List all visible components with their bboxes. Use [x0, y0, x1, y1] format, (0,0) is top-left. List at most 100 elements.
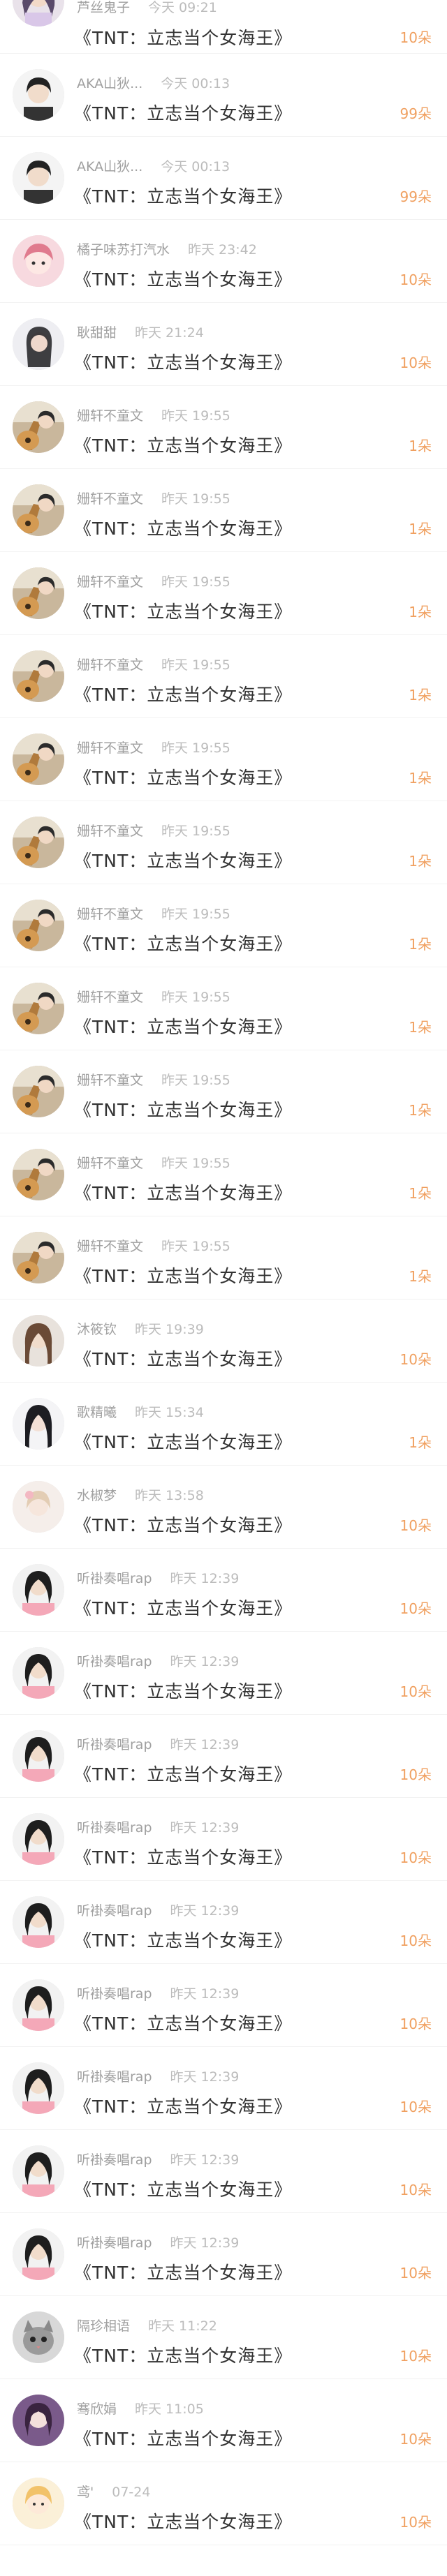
- avatar[interactable]: [13, 734, 64, 785]
- sender-name[interactable]: 耿甜甜: [77, 325, 117, 341]
- song-title[interactable]: 《TNT：立志当个女海王》: [74, 2425, 292, 2450]
- list-item[interactable]: AKA山狄... 今天 00:13 《TNT：立志当个女海王》 99朵: [0, 54, 447, 137]
- sender-name[interactable]: 橘子味苏打汽水: [77, 242, 170, 258]
- sender-name[interactable]: 骞欣娟: [77, 2402, 117, 2417]
- avatar[interactable]: [13, 1730, 64, 1782]
- song-title[interactable]: 《TNT：立志当个女海王》: [74, 24, 292, 50]
- sender-name[interactable]: 听褂奏唱rap: [77, 1654, 152, 1669]
- list-item[interactable]: 姗轩不童文 昨天 19:55 《TNT：立志当个女海王》 1朵: [0, 469, 447, 552]
- sender-name[interactable]: 听褂奏唱rap: [77, 1737, 152, 1752]
- avatar[interactable]: [13, 1232, 64, 1283]
- list-item[interactable]: 听褂奏唱rap 昨天 12:39 《TNT：立志当个女海王》 10朵: [0, 2213, 447, 2296]
- sender-name[interactable]: 听褂奏唱rap: [77, 1903, 152, 1919]
- song-title[interactable]: 《TNT：立志当个女海王》: [74, 1429, 292, 1454]
- sender-name[interactable]: 姗轩不童文: [77, 1156, 143, 1171]
- song-title[interactable]: 《TNT：立志当个女海王》: [74, 432, 292, 457]
- avatar[interactable]: [13, 2062, 64, 2114]
- sender-name[interactable]: 姗轩不童文: [77, 1239, 143, 1254]
- sender-name[interactable]: 芦丝鬼子: [77, 0, 130, 15]
- sender-name[interactable]: 隔珍相语: [77, 2318, 130, 2334]
- sender-name[interactable]: 姗轩不童文: [77, 408, 143, 424]
- song-title[interactable]: 《TNT：立志当个女海王》: [74, 1844, 292, 1869]
- list-item[interactable]: 姗轩不童文 昨天 19:55 《TNT：立志当个女海王》 1朵: [0, 1216, 447, 1300]
- avatar[interactable]: [13, 318, 64, 370]
- song-title[interactable]: 《TNT：立志当个女海王》: [74, 1179, 292, 1205]
- sender-name[interactable]: 沐筱钦: [77, 1322, 117, 1337]
- sender-name[interactable]: 听褂奏唱rap: [77, 1820, 152, 1836]
- sender-name[interactable]: 姗轩不童文: [77, 990, 143, 1005]
- avatar[interactable]: [13, 1564, 64, 1616]
- avatar[interactable]: [13, 2145, 64, 2197]
- song-title[interactable]: 《TNT：立志当个女海王》: [74, 183, 292, 208]
- list-item[interactable]: 姗轩不童文 昨天 19:55 《TNT：立志当个女海王》 1朵: [0, 801, 447, 884]
- sender-name[interactable]: 姗轩不童文: [77, 907, 143, 922]
- sender-name[interactable]: 听褂奏唱rap: [77, 1986, 152, 2002]
- sender-name[interactable]: AKA山狄...: [77, 76, 142, 91]
- avatar[interactable]: [13, 1481, 64, 1533]
- song-title[interactable]: 《TNT：立志当个女海王》: [74, 2342, 292, 2367]
- list-item[interactable]: 听褂奏唱rap 昨天 12:39 《TNT：立志当个女海王》 10朵: [0, 1881, 447, 1964]
- sender-name[interactable]: 鸢': [77, 2485, 94, 2500]
- list-item[interactable]: 姗轩不童文 昨天 19:55 《TNT：立志当个女海王》 1朵: [0, 552, 447, 635]
- list-item[interactable]: 骞欣娟 昨天 11:05 《TNT：立志当个女海王》 10朵: [0, 2379, 447, 2462]
- avatar[interactable]: [13, 2395, 64, 2446]
- song-title[interactable]: 《TNT：立志当个女海王》: [74, 100, 292, 125]
- song-title[interactable]: 《TNT：立志当个女海王》: [74, 598, 292, 623]
- song-title[interactable]: 《TNT：立志当个女海王》: [74, 515, 292, 540]
- sender-name[interactable]: 听褂奏唱rap: [77, 2235, 152, 2251]
- avatar[interactable]: [13, 152, 64, 204]
- avatar[interactable]: [13, 2311, 64, 2363]
- song-title[interactable]: 《TNT：立志当个女海王》: [74, 1761, 292, 1786]
- sender-name[interactable]: 姗轩不童文: [77, 574, 143, 590]
- list-item[interactable]: 歌精曦 昨天 15:34 《TNT：立志当个女海王》 1朵: [0, 1383, 447, 1466]
- list-item[interactable]: 姗轩不童文 昨天 19:55 《TNT：立志当个女海王》 1朵: [0, 967, 447, 1050]
- song-title[interactable]: 《TNT：立志当个女海王》: [74, 1096, 292, 1122]
- sender-name[interactable]: 歌精曦: [77, 1405, 117, 1420]
- avatar[interactable]: [13, 900, 64, 951]
- avatar[interactable]: [13, 567, 64, 619]
- list-item[interactable]: 姗轩不童文 昨天 19:55 《TNT：立志当个女海王》 1朵: [0, 635, 447, 718]
- list-item[interactable]: 水椒梦 昨天 13:58 《TNT：立志当个女海王》 10朵: [0, 1466, 447, 1549]
- list-item[interactable]: AKA山狄... 今天 00:13 《TNT：立志当个女海王》 99朵: [0, 137, 447, 220]
- sender-name[interactable]: 姗轩不童文: [77, 1073, 143, 1088]
- list-item[interactable]: 听褂奏唱rap 昨天 12:39 《TNT：立志当个女海王》 10朵: [0, 1632, 447, 1715]
- list-item[interactable]: 听褂奏唱rap 昨天 12:39 《TNT：立志当个女海王》 10朵: [0, 1964, 447, 2047]
- list-item[interactable]: 耿甜甜 昨天 21:24 《TNT：立志当个女海王》 10朵: [0, 303, 447, 386]
- sender-name[interactable]: 听褂奏唱rap: [77, 2069, 152, 2085]
- avatar[interactable]: [13, 1813, 64, 1865]
- list-item[interactable]: 听褂奏唱rap 昨天 12:39 《TNT：立志当个女海王》 10朵: [0, 1798, 447, 1881]
- list-item[interactable]: 听褂奏唱rap 昨天 12:39 《TNT：立志当个女海王》 10朵: [0, 1549, 447, 1632]
- list-item[interactable]: 姗轩不童文 昨天 19:55 《TNT：立志当个女海王》 1朵: [0, 1050, 447, 1133]
- list-item[interactable]: 听褂奏唱rap 昨天 12:39 《TNT：立志当个女海王》 10朵: [0, 1715, 447, 1798]
- song-title[interactable]: 《TNT：立志当个女海王》: [74, 764, 292, 789]
- song-title[interactable]: 《TNT：立志当个女海王》: [74, 266, 292, 291]
- sender-name[interactable]: 姗轩不童文: [77, 824, 143, 839]
- song-title[interactable]: 《TNT：立志当个女海王》: [74, 349, 292, 374]
- avatar[interactable]: [13, 650, 64, 702]
- sender-name[interactable]: 姗轩不童文: [77, 491, 143, 507]
- song-title[interactable]: 《TNT：立志当个女海王》: [74, 1927, 292, 1952]
- list-item[interactable]: 橘子味苏打汽水 昨天 23:42 《TNT：立志当个女海王》 10朵: [0, 220, 447, 303]
- sender-name[interactable]: 姗轩不童文: [77, 740, 143, 756]
- avatar[interactable]: [13, 401, 64, 453]
- song-title[interactable]: 《TNT：立志当个女海王》: [74, 2259, 292, 2284]
- avatar[interactable]: [13, 817, 64, 868]
- avatar[interactable]: [13, 983, 64, 1034]
- song-title[interactable]: 《TNT：立志当个女海王》: [74, 1013, 292, 1038]
- song-title[interactable]: 《TNT：立志当个女海王》: [74, 1263, 292, 1288]
- avatar[interactable]: [13, 1979, 64, 2031]
- list-item[interactable]: 听褂奏唱rap 昨天 12:39 《TNT：立志当个女海王》 10朵: [0, 2047, 447, 2130]
- avatar[interactable]: [13, 2228, 64, 2280]
- avatar[interactable]: [13, 1647, 64, 1699]
- list-item[interactable]: 鸢' 07-24 《TNT：立志当个女海王》 10朵: [0, 2462, 447, 2545]
- list-item[interactable]: 芦丝鬼子 今天 09:21 《TNT：立志当个女海王》 10朵: [0, 0, 447, 54]
- sender-name[interactable]: 听褂奏唱rap: [77, 2152, 152, 2168]
- avatar[interactable]: [13, 2478, 64, 2529]
- sender-name[interactable]: AKA山狄...: [77, 159, 142, 174]
- song-title[interactable]: 《TNT：立志当个女海王》: [74, 2093, 292, 2118]
- list-item[interactable]: 听褂奏唱rap 昨天 12:39 《TNT：立志当个女海王》 10朵: [0, 2130, 447, 2213]
- avatar[interactable]: [13, 1398, 64, 1450]
- song-title[interactable]: 《TNT：立志当个女海王》: [74, 847, 292, 872]
- song-title[interactable]: 《TNT：立志当个女海王》: [74, 930, 292, 955]
- list-item[interactable]: 姗轩不童文 昨天 19:55 《TNT：立志当个女海王》 1朵: [0, 386, 447, 469]
